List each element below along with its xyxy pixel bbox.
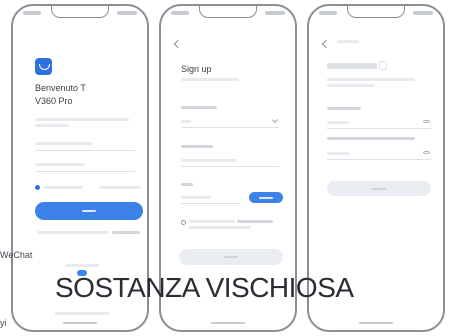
side-label-wechat: WeChat [0, 250, 33, 260]
confirm-button[interactable] [327, 181, 431, 196]
new-password-field[interactable] [327, 115, 431, 129]
status-time [319, 11, 337, 15]
app-logo-icon [35, 58, 52, 75]
remember-password-checkbox[interactable] [35, 185, 40, 190]
new-password-placeholder [327, 121, 349, 124]
country-value [181, 120, 191, 123]
footer-text [55, 312, 109, 315]
user-agreement-link[interactable] [237, 220, 273, 223]
code-placeholder [181, 196, 211, 199]
email-underline [181, 166, 279, 167]
confirm-password-label [327, 137, 415, 140]
country-underline [181, 127, 279, 128]
confirm-button-label [372, 187, 386, 190]
home-indicator [63, 322, 97, 324]
password-hint-line-2 [327, 84, 375, 87]
next-button[interactable] [179, 249, 283, 265]
next-button-label [224, 256, 238, 258]
agreement-text-line-2 [189, 226, 251, 229]
chevron-down-icon [272, 117, 278, 123]
login-subtitle-line-2 [35, 124, 69, 127]
eye-icon[interactable] [423, 120, 430, 123]
status-time [171, 11, 189, 15]
confirm-password-underline [327, 159, 431, 160]
side-label-yi: yi [0, 318, 7, 328]
agreement-text [189, 220, 235, 223]
password-hint [327, 78, 415, 81]
login-button-label [82, 210, 96, 212]
login-subtitle-line [35, 118, 129, 121]
code-label [181, 183, 193, 186]
privacy-text [37, 231, 109, 234]
email-label [181, 145, 213, 148]
nav-title [337, 40, 359, 43]
welcome-line-2: V360 Pro [35, 96, 73, 106]
password-underline [35, 171, 135, 172]
status-bar [171, 11, 285, 19]
get-code-button[interactable] [249, 192, 283, 203]
back-icon[interactable] [321, 39, 331, 49]
page-title [327, 63, 377, 69]
third-party-login-label [65, 264, 99, 267]
help-icon [379, 61, 387, 70]
account-field[interactable] [35, 137, 135, 151]
confirm-password-field[interactable] [327, 146, 431, 160]
new-password-label [327, 107, 361, 110]
page-title: Sign up [181, 64, 212, 74]
verification-code-field[interactable] [181, 190, 241, 204]
new-password-underline [327, 128, 431, 129]
account-placeholder [35, 142, 93, 145]
get-code-label [259, 196, 273, 199]
status-time [23, 11, 41, 15]
status-icons [413, 11, 433, 15]
home-indicator [359, 322, 393, 324]
welcome-title: Benvenuto T V360 Pro [35, 82, 86, 108]
agreement-checkbox[interactable] [181, 220, 186, 225]
login-button[interactable] [35, 202, 143, 220]
email-field[interactable] [181, 153, 279, 167]
status-icons [265, 11, 285, 15]
password-placeholder [35, 163, 85, 166]
code-underline [181, 203, 241, 204]
status-bar [23, 11, 137, 19]
home-indicator [211, 322, 245, 324]
confirm-password-placeholder [327, 152, 349, 155]
country-region-label [181, 106, 217, 109]
back-icon[interactable] [173, 39, 183, 49]
forgot-password-link[interactable] [99, 186, 141, 189]
signup-subtitle [181, 78, 239, 81]
account-underline [35, 150, 135, 151]
remember-password-label [43, 186, 83, 189]
country-select[interactable] [181, 114, 279, 128]
email-placeholder [181, 159, 237, 162]
status-icons [117, 11, 137, 15]
overlay-caption: SOSTANZA VISCHIOSA [55, 272, 354, 303]
privacy-policy-link[interactable] [112, 231, 140, 234]
status-bar [319, 11, 433, 19]
password-field[interactable] [35, 158, 135, 172]
welcome-line-1: Benvenuto T [35, 83, 86, 93]
eye-icon[interactable] [423, 151, 430, 154]
